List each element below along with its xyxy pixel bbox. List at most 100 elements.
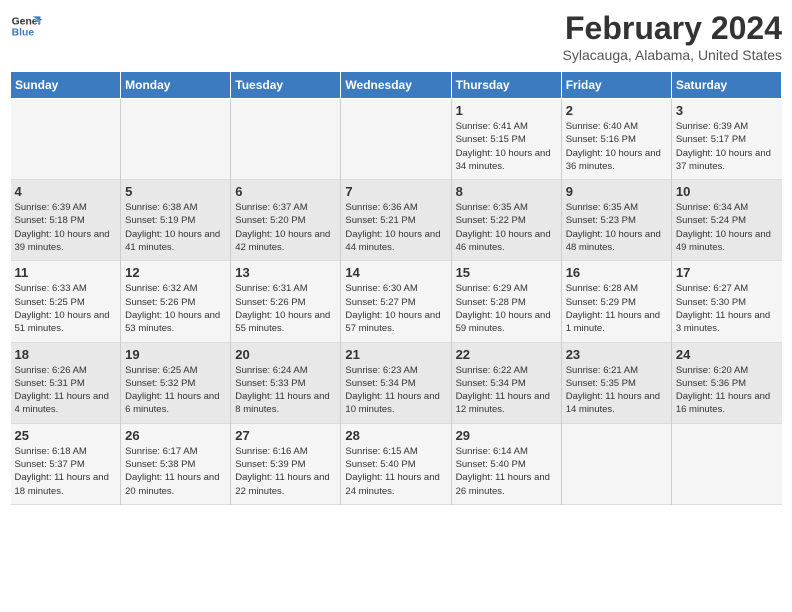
day-info: Sunrise: 6:41 AM Sunset: 5:15 PM Dayligh… [456, 120, 557, 173]
calendar-cell: 20 Sunrise: 6:24 AM Sunset: 5:33 PM Dayli… [231, 342, 341, 423]
svg-text:Blue: Blue [12, 28, 35, 39]
week-row-3: 18 Sunrise: 6:26 AM Sunset: 5:31 PM Dayli… [11, 342, 782, 423]
day-number: 2 [566, 103, 667, 118]
col-header-thursday: Thursday [451, 72, 561, 99]
day-number: 10 [676, 184, 778, 199]
day-number: 4 [15, 184, 117, 199]
day-number: 22 [456, 347, 557, 362]
day-info: Sunrise: 6:22 AM Sunset: 5:34 PM Dayligh… [456, 364, 557, 417]
col-header-friday: Friday [561, 72, 671, 99]
calendar-cell: 26Sunrise: 6:17 AM Sunset: 5:38 PM Dayli… [121, 423, 231, 504]
day-number: 13 [235, 265, 336, 280]
calendar-cell: 21 Sunrise: 6:23 AM Sunset: 5:34 PM Dayli… [341, 342, 451, 423]
calendar-cell: 13 Sunrise: 6:31 AM Sunset: 5:26 PM Dayli… [231, 261, 341, 342]
calendar-cell: 10 Sunrise: 6:34 AM Sunset: 5:24 PM Dayli… [671, 180, 781, 261]
day-info: Sunrise: 6:14 AM Sunset: 5:40 PM Dayligh… [456, 445, 557, 498]
day-info: Sunrise: 6:24 AM Sunset: 5:33 PM Dayligh… [235, 364, 336, 417]
day-number: 27 [235, 428, 336, 443]
day-info: Sunrise: 6:21 AM Sunset: 5:35 PM Dayligh… [566, 364, 667, 417]
calendar-cell [561, 423, 671, 504]
calendar-cell: 5 Sunrise: 6:38 AM Sunset: 5:19 PM Daylig… [121, 180, 231, 261]
header-row: SundayMondayTuesdayWednesdayThursdayFrid… [11, 72, 782, 99]
calendar-cell: 4 Sunrise: 6:39 AM Sunset: 5:18 PM Daylig… [11, 180, 121, 261]
calendar-cell: 7 Sunrise: 6:36 AM Sunset: 5:21 PM Daylig… [341, 180, 451, 261]
col-header-monday: Monday [121, 72, 231, 99]
calendar-cell: 24 Sunrise: 6:20 AM Sunset: 5:36 PM Dayli… [671, 342, 781, 423]
day-info: Sunrise: 6:23 AM Sunset: 5:34 PM Dayligh… [345, 364, 446, 417]
calendar-cell [231, 99, 341, 180]
day-number: 5 [125, 184, 226, 199]
calendar-cell: 9 Sunrise: 6:35 AM Sunset: 5:23 PM Daylig… [561, 180, 671, 261]
main-title: February 2024 [563, 10, 782, 47]
day-info: Sunrise: 6:25 AM Sunset: 5:32 PM Dayligh… [125, 364, 226, 417]
day-number: 17 [676, 265, 778, 280]
day-info: Sunrise: 6:32 AM Sunset: 5:26 PM Dayligh… [125, 282, 226, 335]
day-info: Sunrise: 6:29 AM Sunset: 5:28 PM Dayligh… [456, 282, 557, 335]
calendar-cell: 11 Sunrise: 6:33 AM Sunset: 5:25 PM Dayli… [11, 261, 121, 342]
day-info: Sunrise: 6:17 AM Sunset: 5:38 PM Dayligh… [125, 445, 226, 498]
day-info: Sunrise: 6:28 AM Sunset: 5:29 PM Dayligh… [566, 282, 667, 335]
col-header-wednesday: Wednesday [341, 72, 451, 99]
day-number: 19 [125, 347, 226, 362]
day-number: 11 [15, 265, 117, 280]
day-info: Sunrise: 6:39 AM Sunset: 5:17 PM Dayligh… [676, 120, 778, 173]
logo: General Blue [10, 10, 42, 42]
day-number: 28 [345, 428, 446, 443]
calendar-cell: 27Sunrise: 6:16 AM Sunset: 5:39 PM Dayli… [231, 423, 341, 504]
calendar-cell: 15 Sunrise: 6:29 AM Sunset: 5:28 PM Dayli… [451, 261, 561, 342]
calendar-cell [671, 423, 781, 504]
day-number: 20 [235, 347, 336, 362]
col-header-sunday: Sunday [11, 72, 121, 99]
day-info: Sunrise: 6:37 AM Sunset: 5:20 PM Dayligh… [235, 201, 336, 254]
day-info: Sunrise: 6:35 AM Sunset: 5:22 PM Dayligh… [456, 201, 557, 254]
calendar-cell: 28Sunrise: 6:15 AM Sunset: 5:40 PM Dayli… [341, 423, 451, 504]
day-number: 7 [345, 184, 446, 199]
day-number: 15 [456, 265, 557, 280]
day-number: 8 [456, 184, 557, 199]
title-area: February 2024 Sylacauga, Alabama, United… [563, 10, 782, 63]
calendar-cell [11, 99, 121, 180]
day-number: 29 [456, 428, 557, 443]
day-info: Sunrise: 6:18 AM Sunset: 5:37 PM Dayligh… [15, 445, 117, 498]
day-info: Sunrise: 6:26 AM Sunset: 5:31 PM Dayligh… [15, 364, 117, 417]
day-info: Sunrise: 6:36 AM Sunset: 5:21 PM Dayligh… [345, 201, 446, 254]
day-info: Sunrise: 6:35 AM Sunset: 5:23 PM Dayligh… [566, 201, 667, 254]
week-row-2: 11 Sunrise: 6:33 AM Sunset: 5:25 PM Dayli… [11, 261, 782, 342]
day-info: Sunrise: 6:39 AM Sunset: 5:18 PM Dayligh… [15, 201, 117, 254]
calendar-cell: 8 Sunrise: 6:35 AM Sunset: 5:22 PM Daylig… [451, 180, 561, 261]
col-header-tuesday: Tuesday [231, 72, 341, 99]
day-number: 16 [566, 265, 667, 280]
day-info: Sunrise: 6:38 AM Sunset: 5:19 PM Dayligh… [125, 201, 226, 254]
calendar-cell: 14Sunrise: 6:30 AM Sunset: 5:27 PM Dayli… [341, 261, 451, 342]
day-number: 12 [125, 265, 226, 280]
calendar-cell: 22 Sunrise: 6:22 AM Sunset: 5:34 PM Dayli… [451, 342, 561, 423]
calendar-cell: 12 Sunrise: 6:32 AM Sunset: 5:26 PM Dayli… [121, 261, 231, 342]
calendar-cell: 29 Sunrise: 6:14 AM Sunset: 5:40 PM Dayli… [451, 423, 561, 504]
calendar-cell: 3Sunrise: 6:39 AM Sunset: 5:17 PM Daylig… [671, 99, 781, 180]
day-number: 9 [566, 184, 667, 199]
calendar-cell: 2 Sunrise: 6:40 AM Sunset: 5:16 PM Daylig… [561, 99, 671, 180]
day-info: Sunrise: 6:34 AM Sunset: 5:24 PM Dayligh… [676, 201, 778, 254]
day-info: Sunrise: 6:40 AM Sunset: 5:16 PM Dayligh… [566, 120, 667, 173]
day-number: 18 [15, 347, 117, 362]
header: General Blue February 2024 Sylacauga, Al… [10, 10, 782, 63]
calendar-cell: 16 Sunrise: 6:28 AM Sunset: 5:29 PM Dayli… [561, 261, 671, 342]
logo-icon: General Blue [10, 10, 42, 42]
day-number: 14 [345, 265, 446, 280]
day-info: Sunrise: 6:20 AM Sunset: 5:36 PM Dayligh… [676, 364, 778, 417]
calendar-cell: 25Sunrise: 6:18 AM Sunset: 5:37 PM Dayli… [11, 423, 121, 504]
week-row-1: 4 Sunrise: 6:39 AM Sunset: 5:18 PM Daylig… [11, 180, 782, 261]
day-info: Sunrise: 6:33 AM Sunset: 5:25 PM Dayligh… [15, 282, 117, 335]
subtitle: Sylacauga, Alabama, United States [563, 47, 782, 63]
calendar-cell: 19 Sunrise: 6:25 AM Sunset: 5:32 PM Dayli… [121, 342, 231, 423]
day-number: 21 [345, 347, 446, 362]
week-row-0: 1 Sunrise: 6:41 AM Sunset: 5:15 PM Daylig… [11, 99, 782, 180]
calendar-cell [341, 99, 451, 180]
day-number: 24 [676, 347, 778, 362]
day-number: 1 [456, 103, 557, 118]
calendar-table: SundayMondayTuesdayWednesdayThursdayFrid… [10, 71, 782, 505]
day-info: Sunrise: 6:31 AM Sunset: 5:26 PM Dayligh… [235, 282, 336, 335]
day-info: Sunrise: 6:27 AM Sunset: 5:30 PM Dayligh… [676, 282, 778, 335]
day-number: 6 [235, 184, 336, 199]
col-header-saturday: Saturday [671, 72, 781, 99]
